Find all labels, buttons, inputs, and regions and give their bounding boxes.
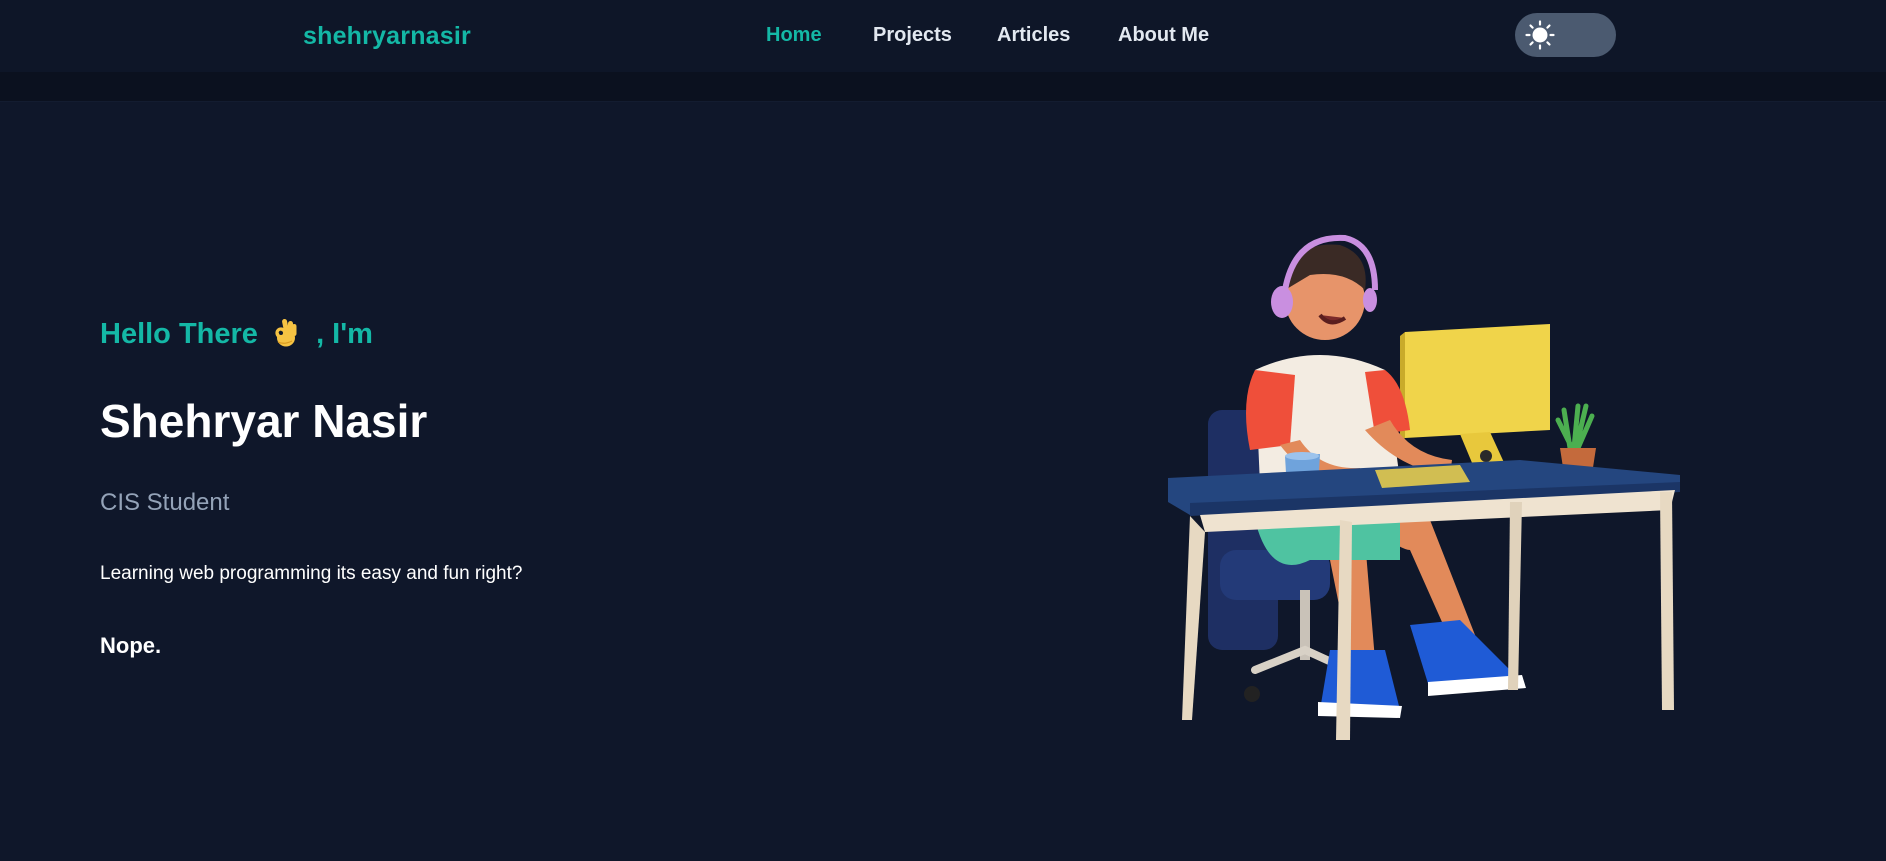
- developer-at-desk-illustration: [1168, 234, 1680, 740]
- hero-role: CIS Student: [100, 489, 230, 516]
- greeting-suffix: , I'm: [316, 318, 373, 350]
- site-header: shehryarnasir Home Projects Articles Abo…: [0, 0, 1886, 72]
- hero-greeting: Hello There , I'm: [100, 318, 373, 351]
- sun-icon: [1525, 20, 1555, 50]
- hero-tagline: Learning web programming its easy and fu…: [100, 563, 523, 584]
- nav-articles-link[interactable]: Articles: [997, 24, 1070, 47]
- header-divider: [0, 72, 1886, 102]
- plant-illustration: [1555, 403, 1596, 474]
- hero-punchline: Nope.: [100, 633, 162, 658]
- nav-projects-link[interactable]: Projects: [873, 24, 952, 47]
- greeting-text: Hello There: [100, 318, 258, 350]
- hero-name: Shehryar Nasir: [100, 395, 428, 447]
- nav-about-me-link[interactable]: About Me: [1118, 24, 1209, 47]
- nav-home-link[interactable]: Home: [766, 24, 822, 47]
- ok-hand-icon: [275, 318, 297, 347]
- theme-toggle[interactable]: [1515, 13, 1616, 57]
